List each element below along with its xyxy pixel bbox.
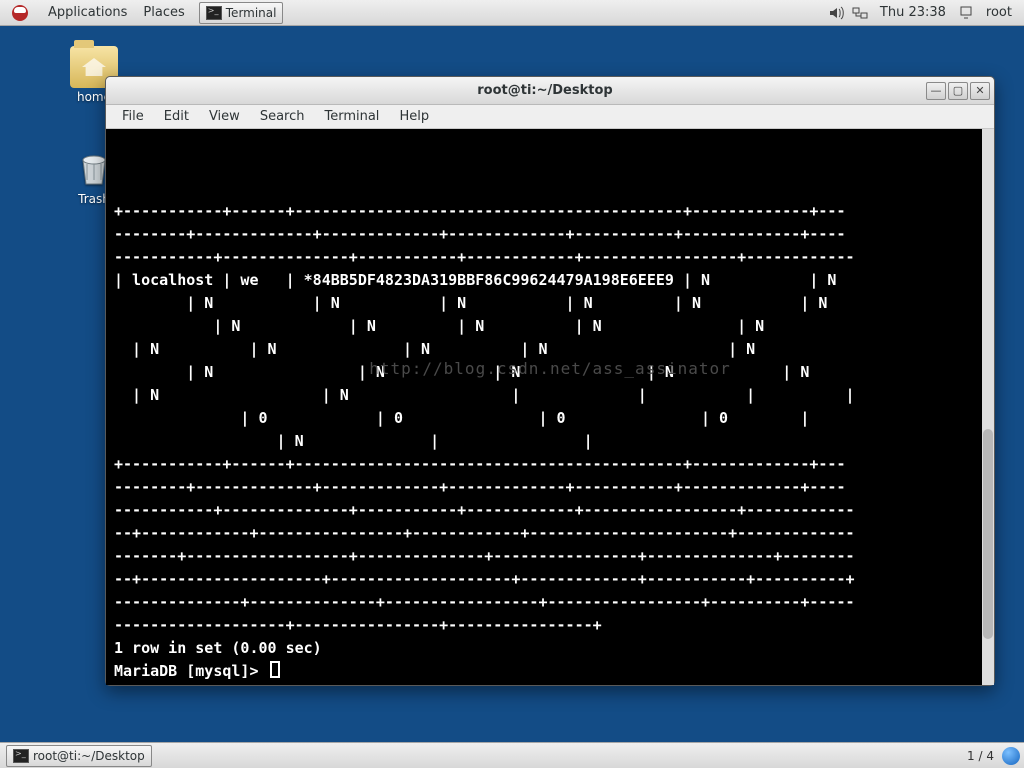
terminal-output[interactable]: http://blog.csdn.net/ass_assinator +----… (106, 129, 994, 685)
terminal-lines: +-----------+------+--------------------… (114, 200, 986, 683)
terminal-window: root@ti:~/Desktop — ▢ ✕ File Edit View S… (105, 76, 995, 686)
show-desktop-icon[interactable] (1002, 747, 1020, 765)
user-icon (957, 4, 975, 22)
menubar: File Edit View Search Terminal Help (106, 105, 994, 129)
user-menu[interactable]: root (978, 0, 1020, 26)
panel-left: Applications Places Terminal (4, 0, 283, 26)
fedora-menu-icon[interactable] (4, 0, 40, 26)
menu-help[interactable]: Help (389, 109, 439, 124)
terminal-scrollbar[interactable] (982, 129, 994, 685)
terminal-icon (206, 6, 222, 20)
taskbar-terminal-button[interactable]: Terminal (199, 2, 284, 24)
volume-icon[interactable] (827, 4, 845, 22)
places-menu[interactable]: Places (135, 0, 192, 26)
watermark-text: http://blog.csdn.net/ass_assinator (106, 357, 994, 380)
menu-file[interactable]: File (112, 109, 154, 124)
bottom-panel: root@ti:~/Desktop 1 / 4 (0, 742, 1024, 768)
network-icon[interactable] (851, 4, 869, 22)
menu-terminal[interactable]: Terminal (314, 109, 389, 124)
panel-right: Thu 23:38 root (824, 0, 1020, 26)
taskbar-terminal-label: Terminal (226, 6, 277, 20)
workspace-indicator[interactable]: 1 / 4 (967, 749, 994, 763)
close-button[interactable]: ✕ (970, 82, 990, 100)
scrollbar-thumb[interactable] (983, 429, 993, 639)
terminal-icon (13, 749, 29, 763)
window-titlebar[interactable]: root@ti:~/Desktop — ▢ ✕ (106, 77, 994, 105)
top-panel: Applications Places Terminal Thu 23:38 r… (0, 0, 1024, 26)
bottom-task-button[interactable]: root@ti:~/Desktop (6, 745, 152, 767)
menu-view[interactable]: View (199, 109, 250, 124)
window-title: root@ti:~/Desktop (166, 83, 924, 98)
menu-search[interactable]: Search (250, 109, 315, 124)
maximize-button[interactable]: ▢ (948, 82, 968, 100)
menu-edit[interactable]: Edit (154, 109, 199, 124)
bottom-task-label: root@ti:~/Desktop (33, 749, 145, 763)
window-controls: — ▢ ✕ (924, 82, 994, 100)
minimize-button[interactable]: — (926, 82, 946, 100)
clock[interactable]: Thu 23:38 (872, 0, 954, 26)
applications-menu[interactable]: Applications (40, 0, 135, 26)
